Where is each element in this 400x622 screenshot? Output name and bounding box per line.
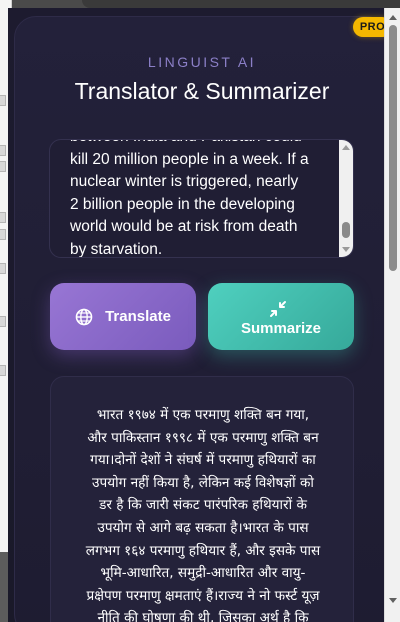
compress-arrows-icon <box>268 300 288 318</box>
background-fragment <box>0 316 6 327</box>
translation-output: भारत १९७४ में एक परमाणु शक्ति बन गया, और… <box>50 376 354 622</box>
background-fragment <box>0 263 6 274</box>
source-text-line: by starvation. <box>70 240 163 258</box>
source-text-line: between India and Pakistan could <box>70 140 332 149</box>
output-line: नीति की घोषणा की थी, जिसका अर्थ है कि <box>97 610 309 622</box>
browser-tab-edge <box>82 0 400 8</box>
output-line: उपयोग नहीं किया है, लेकिन कई विशेषज्ञों … <box>92 474 314 491</box>
output-line: प्रक्षेपण परमाणु क्षमताएं हैं।राज्य ने न… <box>86 587 320 604</box>
background-fragment <box>0 229 6 240</box>
source-text[interactable]: between India and Pakistan could kill 20… <box>70 140 332 258</box>
extension-popup: PRO LINGUIST AI Translator & Summarizer … <box>8 8 400 622</box>
scroll-thumb[interactable] <box>342 222 350 238</box>
background-fragment <box>0 365 6 376</box>
source-text-line: world would be at risk from death <box>70 218 298 235</box>
page-title: Translator & Summarizer <box>74 78 330 104</box>
output-line: भूमि-आधारित, समुद्री-आधारित और वायु- <box>100 565 306 582</box>
output-line: उपयोग से आगे बढ़ सकता है।भारत के पास <box>97 519 309 536</box>
background-fragment <box>0 95 6 106</box>
source-text-line: nuclear winter is triggered, nearly <box>70 173 299 190</box>
source-text-line: kill 20 million people in a week. If a <box>70 150 309 168</box>
scroll-thumb[interactable] <box>389 25 397 271</box>
output-line: गया।दोनों देशों ने संघर्ष में परमाणु हथि… <box>90 452 316 469</box>
output-line: भारत १९७४ में एक परमाणु शक्ति बन गया, <box>96 407 310 423</box>
background-fragment <box>0 145 6 156</box>
output-line: डर है कि जारी संकट पारंपरिक हथियारों के <box>99 497 307 514</box>
background-fragment <box>0 212 6 223</box>
summarize-button-label: Summarize <box>240 320 322 337</box>
source-text-input[interactable]: between India and Pakistan could kill 20… <box>49 139 354 258</box>
translated-text: भारत १९७४ में एक परमाणु शक्ति बन गया, और… <box>71 404 335 622</box>
output-line: लगभग १६४ परमाणु हथियार हैं, और इसके पास <box>85 542 321 559</box>
browser-toolbar-strip <box>12 0 400 8</box>
scroll-up-icon[interactable] <box>342 145 350 150</box>
background-fragment <box>0 161 6 172</box>
brand-name: LINGUIST AI <box>147 54 257 70</box>
translate-button-label: Translate <box>105 308 171 325</box>
source-text-line: 2 billion people in the developing <box>70 195 295 213</box>
globe-icon <box>75 308 93 325</box>
input-scrollbar[interactable] <box>339 140 353 257</box>
scroll-up-icon[interactable] <box>389 15 397 20</box>
output-line: और पाकिस्तान १९९८ में एक परमाणु शक्ति बन <box>87 429 319 446</box>
summarize-button[interactable]: Summarize <box>208 283 354 350</box>
translate-button[interactable]: Translate <box>50 283 196 350</box>
scroll-down-icon[interactable] <box>389 598 397 603</box>
main-card: PRO LINGUIST AI Translator & Summarizer … <box>14 16 392 622</box>
popup-scrollbar[interactable] <box>384 8 400 622</box>
scroll-down-icon[interactable] <box>342 247 350 252</box>
